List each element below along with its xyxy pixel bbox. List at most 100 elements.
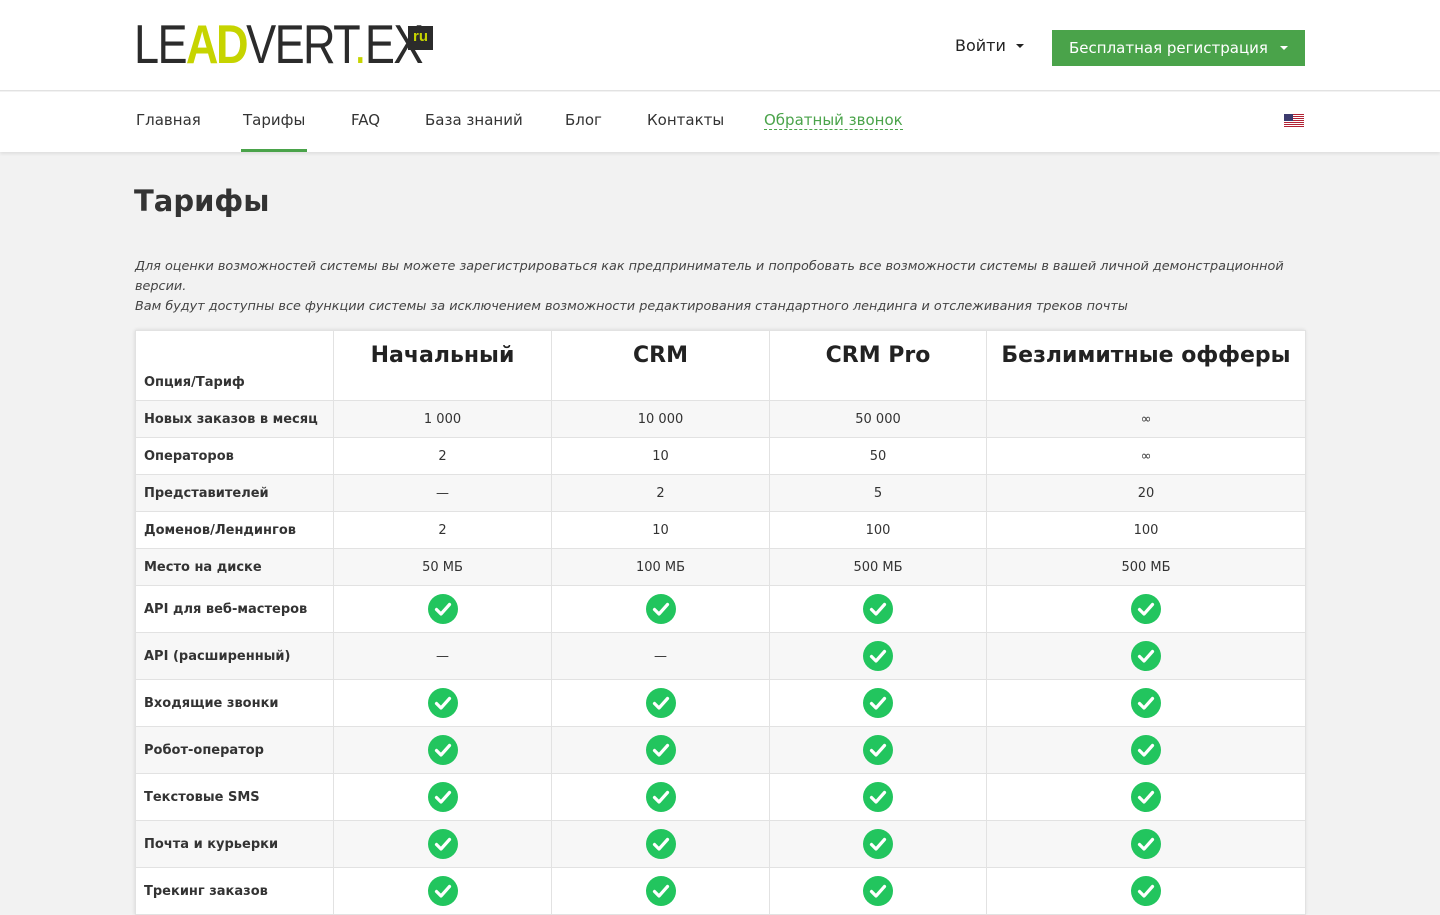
- table-row: API для веб-мастеров: [135, 585, 1306, 633]
- feature-included-cell: [551, 867, 770, 915]
- feature-included-cell: [551, 585, 770, 633]
- check-icon: [645, 782, 676, 812]
- value-cell: 10: [551, 437, 770, 475]
- feature-included-cell: [551, 820, 770, 868]
- feature-included-cell: [986, 820, 1306, 868]
- check-icon: [645, 688, 676, 718]
- table-row: Трекинг заказов: [135, 867, 1306, 915]
- value-cell: 100 МБ: [551, 548, 770, 586]
- logo-wordmark: LEADVERT.EX: [134, 13, 423, 75]
- row-label: Входящие звонки: [135, 679, 334, 727]
- register-button[interactable]: Бесплатная регистрация: [1052, 30, 1305, 66]
- table-row: Текстовые SMS: [135, 773, 1306, 821]
- value-cell: 50 000: [769, 400, 987, 438]
- row-label: Место на диске: [135, 548, 334, 586]
- value-cell: ∞: [986, 400, 1306, 438]
- value-cell: 1 000: [333, 400, 552, 438]
- table-row: Входящие звонки: [135, 679, 1306, 727]
- feature-included-cell: [333, 585, 552, 633]
- intro-line: Для оценки возможностей системы вы может…: [135, 259, 1284, 294]
- nav-item-blog[interactable]: Блог: [565, 92, 602, 152]
- login-dropdown[interactable]: Войти: [955, 36, 1024, 55]
- value-cell: 10: [551, 511, 770, 549]
- feature-included-cell: [769, 820, 987, 868]
- check-icon: [427, 594, 458, 624]
- nav-item-faq[interactable]: FAQ: [351, 92, 380, 152]
- value-cell: —: [333, 632, 552, 680]
- feature-included-cell: [769, 585, 987, 633]
- logo-tld-badge: ru: [408, 26, 433, 50]
- feature-included-cell: [551, 726, 770, 774]
- value-cell: 500 МБ: [986, 548, 1306, 586]
- feature-included-cell: [986, 585, 1306, 633]
- table-row: Почта и курьерки: [135, 820, 1306, 868]
- nav-item-home[interactable]: Главная: [136, 92, 201, 152]
- chevron-down-icon: [1279, 46, 1288, 50]
- nav-item-knowledge-base[interactable]: База знаний: [425, 92, 523, 152]
- feature-included-cell: [769, 632, 987, 680]
- feature-included-cell: [333, 726, 552, 774]
- row-label: Операторов: [135, 437, 334, 475]
- page-title: Тарифы: [134, 184, 270, 218]
- value-cell: —: [333, 474, 552, 512]
- value-cell: 100: [769, 511, 987, 549]
- plan-header-crm-pro: CRM Pro: [769, 330, 987, 401]
- check-icon: [1131, 876, 1161, 906]
- pricing-table: Опция/Тариф Начальный CRM CRM Pro Безлим…: [135, 330, 1306, 915]
- option-header: Опция/Тариф: [135, 330, 334, 401]
- feature-included-cell: [333, 773, 552, 821]
- check-icon: [1131, 688, 1161, 718]
- row-label: Трекинг заказов: [135, 867, 334, 915]
- table-row: Операторов 2 10 50 ∞: [135, 437, 1306, 475]
- feature-included-cell: [551, 773, 770, 821]
- leadvertex-logo[interactable]: LEADVERT.EX ru: [134, 13, 485, 75]
- check-icon: [863, 641, 893, 671]
- check-icon: [427, 735, 458, 765]
- row-label: API (расширенный): [135, 632, 334, 680]
- feature-included-cell: [986, 632, 1306, 680]
- intro-line: Вам будут доступны все функции системы з…: [135, 299, 1128, 314]
- feature-included-cell: [333, 867, 552, 915]
- value-cell: 50: [769, 437, 987, 475]
- feature-included-cell: [769, 867, 987, 915]
- plan-header-starter: Начальный: [333, 330, 552, 401]
- chevron-down-icon: [1015, 43, 1024, 48]
- check-icon: [427, 829, 458, 859]
- feature-included-cell: [769, 773, 987, 821]
- feature-included-cell: [986, 679, 1306, 727]
- value-cell: 20: [986, 474, 1306, 512]
- check-icon: [863, 876, 893, 906]
- value-cell: 5: [769, 474, 987, 512]
- row-label: API для веб-мастеров: [135, 585, 334, 633]
- value-cell: 2: [333, 437, 552, 475]
- us-flag-icon[interactable]: [1284, 114, 1304, 127]
- check-icon: [645, 829, 676, 859]
- check-icon: [645, 735, 676, 765]
- callback-label: Обратный звонок: [764, 111, 903, 130]
- check-icon: [645, 876, 676, 906]
- nav-item-callback[interactable]: Обратный звонок: [764, 92, 903, 152]
- value-cell: —: [551, 632, 770, 680]
- check-icon: [1131, 782, 1161, 812]
- row-label: Доменов/Лендингов: [135, 511, 334, 549]
- row-label: Новых заказов в месяц: [135, 400, 334, 438]
- check-icon: [1131, 829, 1161, 859]
- nav-item-tariffs[interactable]: Тарифы: [241, 92, 308, 152]
- row-label: Почта и курьерки: [135, 820, 334, 868]
- check-icon: [427, 688, 458, 718]
- value-cell: 2: [551, 474, 770, 512]
- pricing-rows: Новых заказов в месяц 1 000 10 000 50 000 ∞ О…: [135, 400, 1306, 915]
- check-icon: [1131, 594, 1161, 624]
- table-row: Место на диске 50 МБ 100 МБ 500 МБ 500 МБ: [135, 548, 1306, 586]
- row-label: Текстовые SMS: [135, 773, 334, 821]
- table-row: Доменов/Лендингов 2 10 100 100: [135, 511, 1306, 549]
- table-row: Робот-оператор: [135, 726, 1306, 774]
- check-icon: [427, 782, 458, 812]
- intro-text: Для оценки возможностей системы вы может…: [135, 257, 1315, 317]
- feature-included-cell: [551, 679, 770, 727]
- row-label: Робот-оператор: [135, 726, 334, 774]
- nav-item-contacts[interactable]: Контакты: [647, 92, 724, 152]
- check-icon: [1131, 735, 1161, 765]
- table-row: Представителей —2 5 20: [135, 474, 1306, 512]
- check-icon: [645, 594, 676, 624]
